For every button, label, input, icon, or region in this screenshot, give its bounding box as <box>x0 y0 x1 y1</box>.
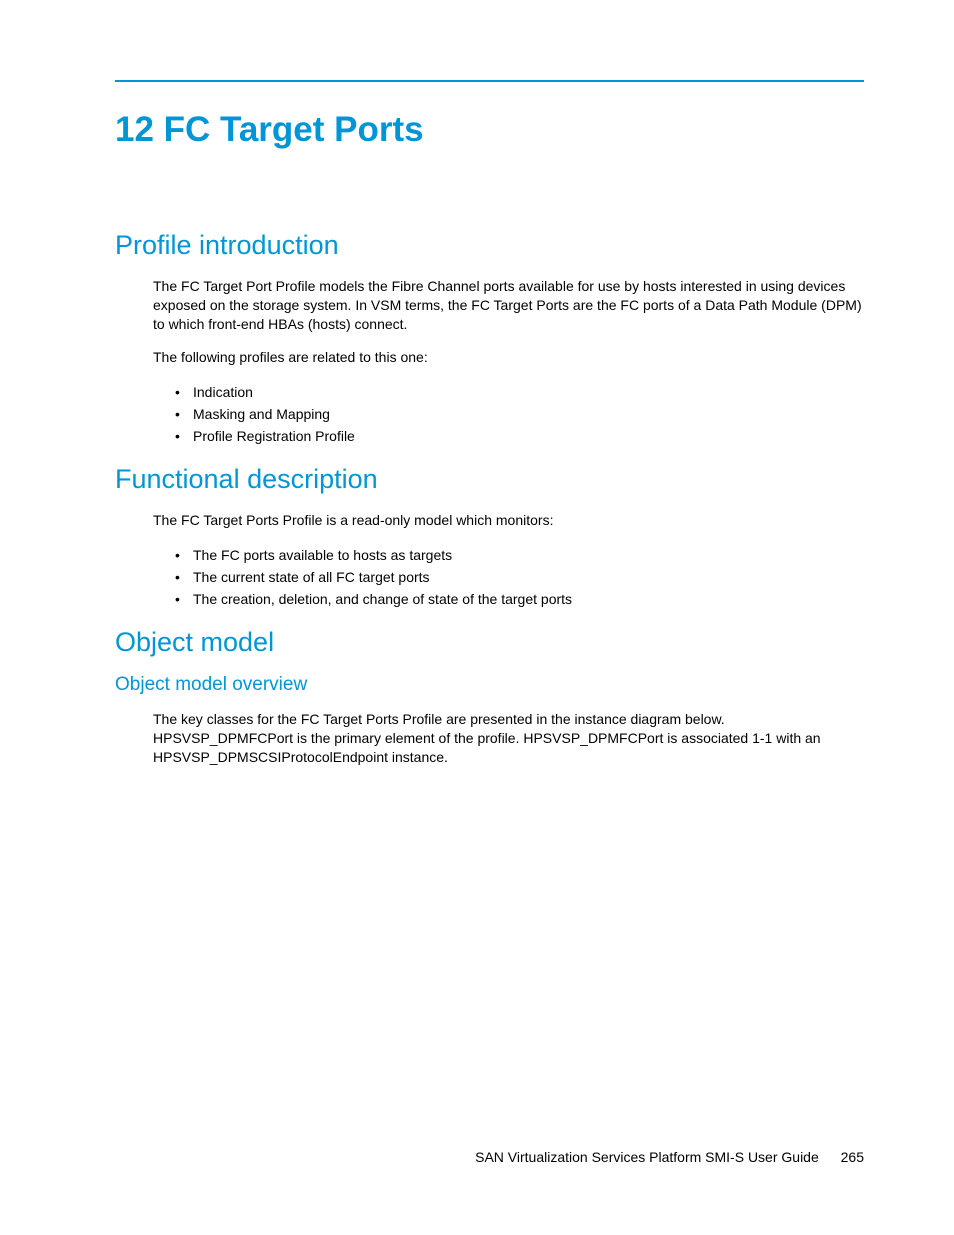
list-item: The current state of all FC target ports <box>175 566 864 588</box>
list-item: Indication <box>175 381 864 403</box>
body-paragraph: The following profiles are related to th… <box>153 348 864 367</box>
list-item: Profile Registration Profile <box>175 425 864 447</box>
footer-page-number: 265 <box>841 1149 864 1165</box>
subsection-object-model-overview: Object model overview <box>115 674 864 696</box>
body-paragraph: The FC Target Ports Profile is a read-on… <box>153 511 864 530</box>
list-item: The creation, deletion, and change of st… <box>175 588 864 610</box>
footer-title: SAN Virtualization Services Platform SMI… <box>475 1149 819 1165</box>
section-object-model: Object model <box>115 627 864 658</box>
section-profile-introduction: Profile introduction <box>115 230 864 261</box>
bullet-list: Indication Masking and Mapping Profile R… <box>175 381 864 448</box>
list-item: The FC ports available to hosts as targe… <box>175 544 864 566</box>
body-paragraph: The FC Target Port Profile models the Fi… <box>153 277 864 334</box>
list-item: Masking and Mapping <box>175 403 864 425</box>
bullet-list: The FC ports available to hosts as targe… <box>175 544 864 611</box>
top-rule <box>115 80 864 82</box>
chapter-title: 12 FC Target Ports <box>115 110 864 150</box>
body-paragraph: The key classes for the FC Target Ports … <box>153 710 864 767</box>
page-footer: SAN Virtualization Services Platform SMI… <box>475 1149 864 1165</box>
section-functional-description: Functional description <box>115 464 864 495</box>
